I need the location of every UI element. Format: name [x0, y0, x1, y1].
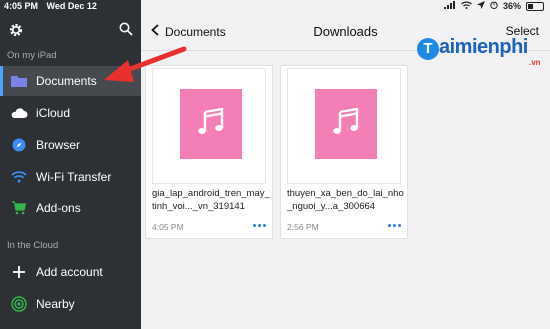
sidebar: On my iPad Documents iCloud Browser Wi-F…	[0, 0, 141, 329]
watermark-logo: T aimienphi .vn	[417, 34, 547, 74]
status-right: 36%	[443, 1, 544, 11]
battery-icon	[526, 1, 544, 11]
wifi-icon	[8, 171, 30, 183]
sidebar-item-label: Documents	[36, 74, 97, 88]
gear-icon[interactable]	[8, 22, 24, 43]
music-note-icon	[331, 107, 361, 141]
sidebar-item-nearby[interactable]: Nearby	[0, 289, 141, 319]
sidebar-top-bar	[0, 18, 141, 46]
active-indicator	[0, 66, 3, 96]
file-card[interactable]: gia_lap_android_tren_may_tinh_voi..._vn_…	[145, 65, 273, 239]
sidebar-item-documents[interactable]: Documents	[0, 66, 141, 96]
file-time: 2:56 PM	[287, 222, 319, 232]
battery-percent: 36%	[502, 1, 521, 11]
file-thumbnail	[180, 89, 242, 159]
sidebar-item-icloud[interactable]: iCloud	[0, 98, 141, 128]
sidebar-item-add-account[interactable]: Add account	[0, 257, 141, 287]
sidebar-item-add-ons[interactable]: Add-ons	[0, 193, 141, 223]
wifi-status-icon	[461, 1, 472, 11]
cart-icon	[8, 201, 30, 215]
sidebar-item-label: Wi-Fi Transfer	[36, 170, 112, 184]
signal-icon	[443, 1, 456, 11]
folder-icon	[8, 74, 30, 88]
status-time: 4:05 PM	[4, 1, 39, 11]
sidebar-item-label: Browser	[36, 138, 81, 152]
sidebar-item-label: Add account	[36, 265, 103, 279]
more-options-icon[interactable]	[388, 224, 401, 227]
file-card[interactable]: thuyen_xa_ben_do_lai_nho_nguoi_y...a_300…	[280, 65, 408, 239]
file-thumbnail	[315, 89, 377, 159]
plus-icon	[8, 265, 30, 279]
search-icon[interactable]	[119, 22, 133, 41]
section-label-on-my-ipad: On my iPad	[7, 50, 57, 61]
sidebar-item-label: Nearby	[36, 297, 75, 311]
watermark-text: aimienphi	[439, 36, 528, 58]
watermark-letter: T	[417, 38, 439, 60]
status-bar: 4:05 PM Wed Dec 12 36%	[0, 0, 550, 14]
location-icon	[476, 1, 485, 11]
sidebar-item-label: iCloud	[36, 106, 71, 120]
file-time: 4:05 PM	[152, 222, 184, 232]
status-left: 4:05 PM Wed Dec 12	[4, 1, 103, 11]
sidebar-item-label: Add-ons	[36, 201, 81, 215]
battery-fill	[528, 3, 534, 9]
cloud-icon	[8, 107, 30, 119]
sidebar-item-wifi-transfer[interactable]: Wi-Fi Transfer	[0, 162, 141, 192]
music-note-icon	[196, 107, 226, 141]
status-date: Wed Dec 12	[46, 1, 97, 11]
compass-icon	[8, 138, 30, 152]
more-options-icon[interactable]	[253, 224, 266, 227]
watermark-suffix: .vn	[529, 58, 541, 67]
file-thumbnail-frame	[287, 68, 401, 184]
section-label-in-the-cloud: In the Cloud	[7, 240, 59, 251]
file-thumbnail-frame	[152, 68, 266, 184]
alarm-icon	[490, 1, 498, 11]
sidebar-item-browser[interactable]: Browser	[0, 130, 141, 160]
nearby-icon	[8, 296, 30, 312]
file-name: gia_lap_android_tren_may_tinh_voi..._vn_…	[152, 188, 270, 212]
file-name: thuyen_xa_ben_do_lai_nho_nguoi_y...a_300…	[287, 188, 404, 212]
